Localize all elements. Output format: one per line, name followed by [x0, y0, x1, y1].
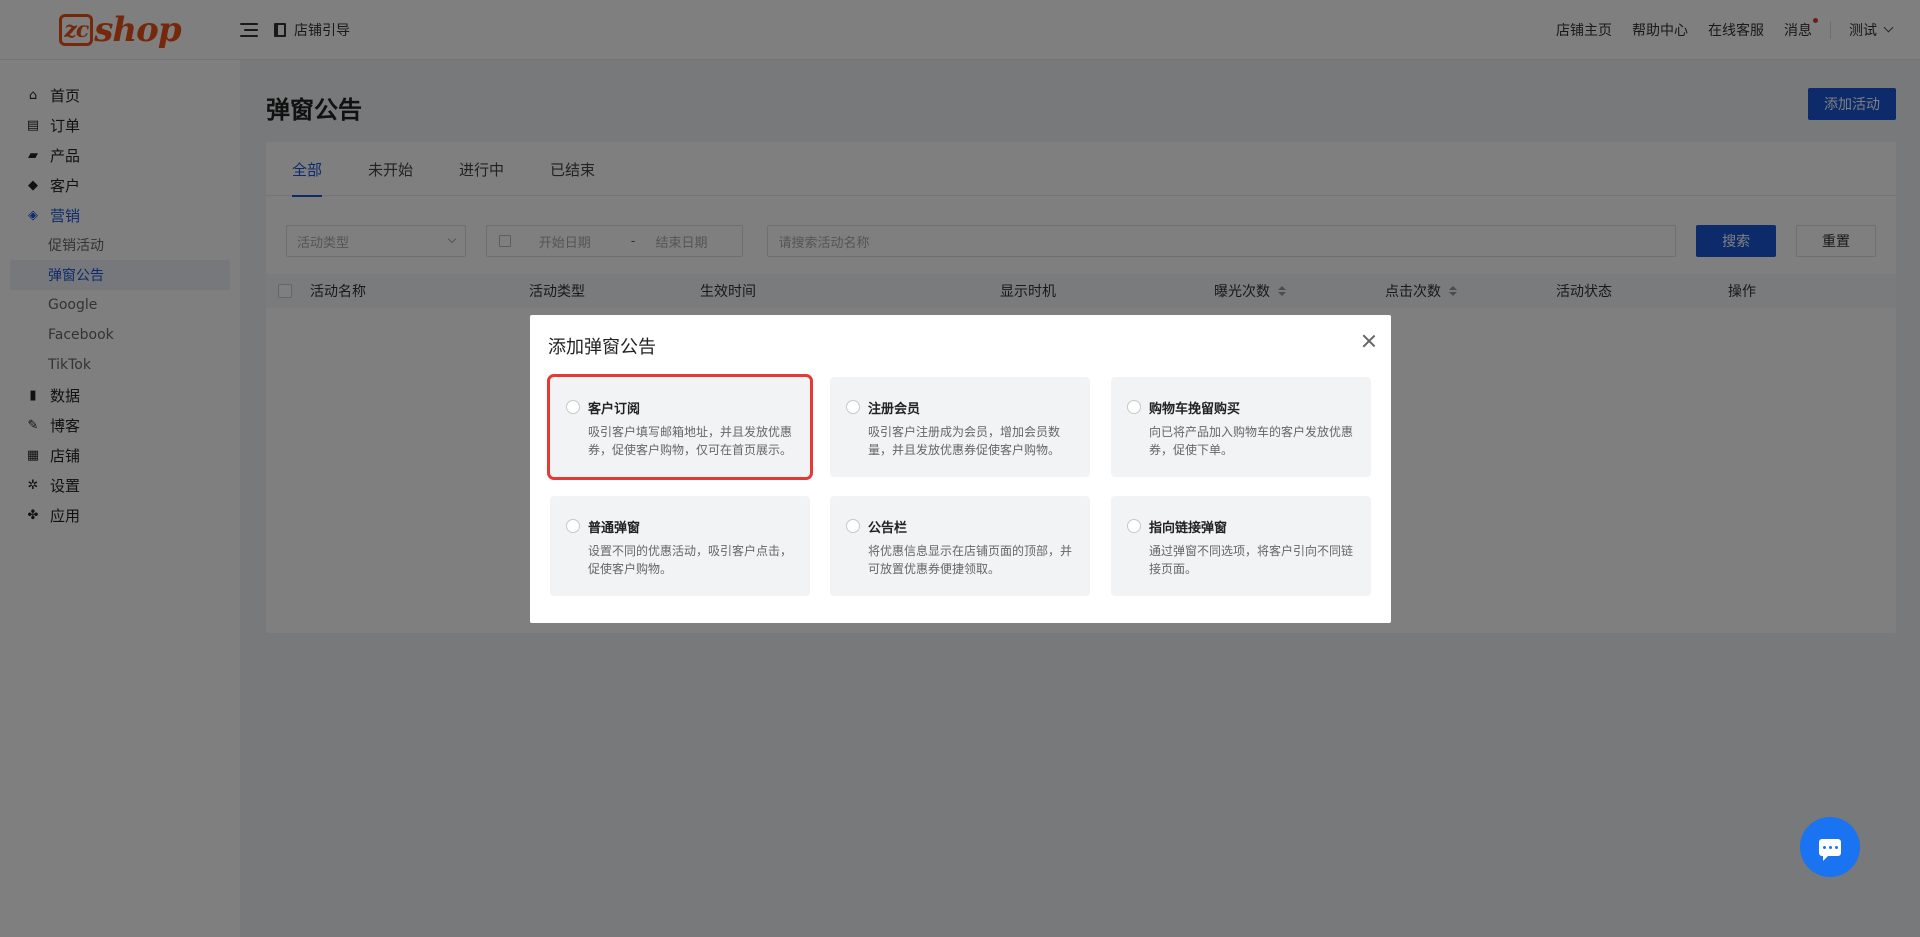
radio-button[interactable]: [846, 400, 860, 414]
radio-button[interactable]: [566, 400, 580, 414]
option-title: 指向链接弹窗: [1149, 521, 1228, 536]
chat-button[interactable]: [1800, 817, 1860, 877]
option-cart-retention[interactable]: 购物车挽留购买 向已将产品加入购物车的客户发放优惠券，促使下单。: [1111, 377, 1371, 477]
option-title: 普通弹窗: [588, 521, 641, 536]
option-description: 吸引客户填写邮箱地址，并且发放优惠券，促使客户购物，仅可在首页展示。: [588, 425, 793, 457]
option-description: 吸引客户注册成为会员，增加会员数量，并且发放优惠券促使客户购物。: [868, 425, 1061, 457]
option-title: 购物车挽留购买: [1149, 402, 1241, 417]
option-title: 注册会员: [868, 402, 921, 417]
option-normal-popup[interactable]: 普通弹窗 设置不同的优惠活动，吸引客户点击，促使客户购物。: [550, 496, 810, 596]
option-description: 向已将产品加入购物车的客户发放优惠券，促使下单。: [1149, 425, 1354, 457]
radio-button[interactable]: [566, 519, 580, 533]
modal-title: 添加弹窗公告: [548, 337, 656, 358]
chat-icon: [1819, 838, 1841, 861]
option-title: 客户订阅: [588, 402, 641, 417]
option-customer-subscribe[interactable]: 客户订阅 吸引客户填写邮箱地址，并且发放优惠券，促使客户购物，仅可在首页展示。: [547, 374, 813, 480]
radio-button[interactable]: [1127, 400, 1141, 414]
option-announcement-bar[interactable]: 公告栏 将优惠信息显示在店铺页面的顶部，并可放置优惠券便捷领取。: [830, 496, 1090, 596]
option-title: 公告栏: [868, 521, 908, 536]
option-description: 设置不同的优惠活动，吸引客户点击，促使客户购物。: [588, 544, 793, 576]
add-popup-modal: 添加弹窗公告 客户订阅 吸引客户填写邮箱地址，并且发放优惠券，促使客户购物，仅可…: [530, 315, 1391, 623]
radio-button[interactable]: [846, 519, 860, 533]
radio-button[interactable]: [1127, 519, 1141, 533]
option-description: 将优惠信息显示在店铺页面的顶部，并可放置优惠券便捷领取。: [868, 544, 1073, 576]
option-link-popup[interactable]: 指向链接弹窗 通过弹窗不同选项，将客户引向不同链接页面。: [1111, 496, 1371, 596]
close-icon[interactable]: [1361, 333, 1377, 349]
option-register-member[interactable]: 注册会员 吸引客户注册成为会员，增加会员数量，并且发放优惠券促使客户购物。: [830, 377, 1090, 477]
option-description: 通过弹窗不同选项，将客户引向不同链接页面。: [1149, 544, 1354, 576]
